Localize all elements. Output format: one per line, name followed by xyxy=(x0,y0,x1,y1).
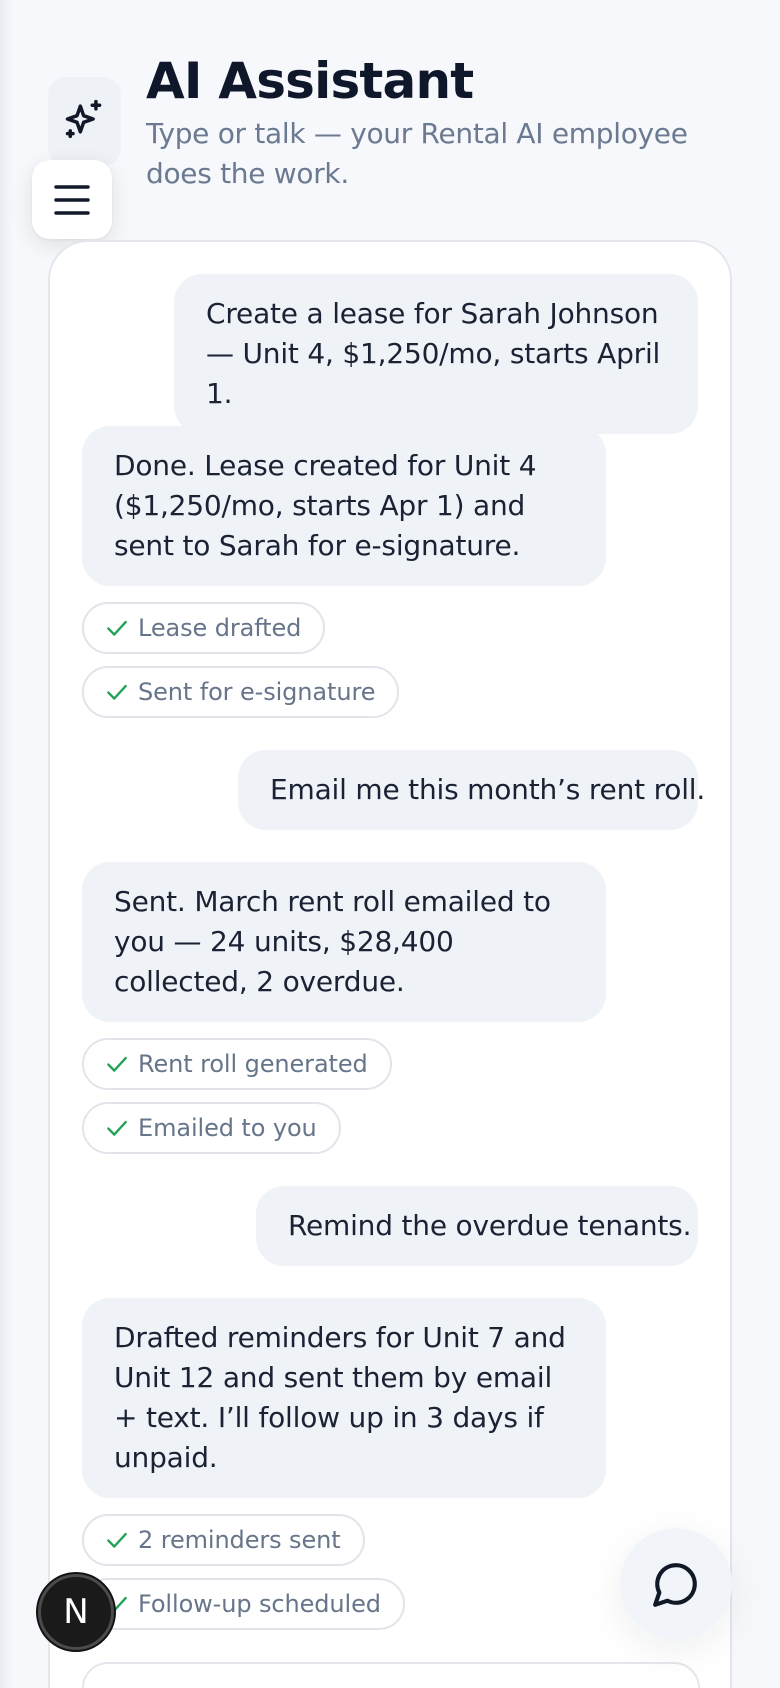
left-edge-shadow xyxy=(0,0,14,1688)
page-subtitle: Type or talk — your Rental AI employee d… xyxy=(146,117,688,190)
message-text: Drafted reminders for Unit 7 and Unit 12… xyxy=(114,1321,566,1474)
chat-bubble-icon xyxy=(653,1563,697,1607)
user-message: Remind the overdue tenants. xyxy=(256,1186,698,1266)
chip-label: Rent roll generated xyxy=(138,1050,368,1078)
status-chip: Emailed to you xyxy=(82,1102,341,1154)
status-chip: Rent roll generated xyxy=(82,1038,392,1090)
chip-label: 2 reminders sent xyxy=(138,1526,341,1554)
chip-label: Follow-up scheduled xyxy=(138,1590,381,1618)
status-chip: Follow-up scheduled xyxy=(82,1578,405,1630)
assistant-message: Done. Lease created for Unit 4 ($1,250/m… xyxy=(82,426,606,586)
assistant-message: Drafted reminders for Unit 7 and Unit 12… xyxy=(82,1298,606,1498)
hamburger-menu-icon xyxy=(54,185,90,215)
assistant-page: AI Assistant Type or talk — your Rental … xyxy=(0,0,780,1688)
message-text: Email me this month’s rent roll. xyxy=(270,773,706,806)
dev-badge[interactable]: N xyxy=(38,1574,114,1650)
chip-label: Sent for e-signature xyxy=(138,678,376,706)
message-text: Sent. March rent roll emailed to you — 2… xyxy=(114,885,551,998)
check-icon xyxy=(107,684,127,700)
status-chip: Sent for e-signature xyxy=(82,666,400,718)
chip-label: Emailed to you xyxy=(138,1114,317,1142)
status-chip: 2 reminders sent xyxy=(82,1514,365,1566)
sparkles-icon xyxy=(65,99,102,139)
menu-button[interactable] xyxy=(32,160,112,239)
page-title: AI Assistant xyxy=(146,52,474,110)
status-chip: Lease drafted xyxy=(82,602,326,654)
message-input[interactable] xyxy=(82,1662,700,1688)
message-text: Create a lease for Sarah Johnson — Unit … xyxy=(206,297,661,410)
assistant-message: Sent. March rent roll emailed to you — 2… xyxy=(82,862,606,1022)
assistant-logo xyxy=(48,77,121,166)
message-text: Remind the overdue tenants. xyxy=(288,1209,692,1242)
user-message: Create a lease for Sarah Johnson — Unit … xyxy=(174,274,698,434)
check-icon xyxy=(107,620,127,636)
check-icon xyxy=(107,1120,127,1136)
chip-label: Lease drafted xyxy=(138,614,302,642)
user-message: Email me this month’s rent roll. xyxy=(238,750,705,830)
message-text: Done. Lease created for Unit 4 ($1,250/m… xyxy=(114,449,537,562)
check-icon xyxy=(107,1056,127,1072)
check-icon xyxy=(107,1532,127,1548)
chat-launcher-button[interactable] xyxy=(620,1528,732,1640)
